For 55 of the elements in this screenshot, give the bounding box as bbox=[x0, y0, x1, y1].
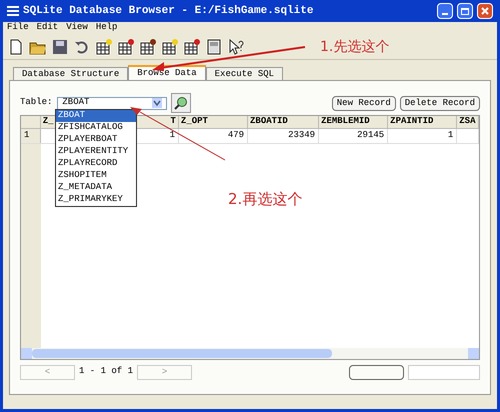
column-header[interactable]: ZBOATID bbox=[250, 116, 288, 128]
maximize-button[interactable] bbox=[457, 3, 473, 19]
column-header[interactable]: Z_OPT bbox=[180, 116, 208, 128]
dropdown-option[interactable]: ZPLAYERBOAT bbox=[56, 134, 136, 146]
table-cell-text: 29145 bbox=[357, 129, 384, 142]
column-header[interactable]: ZPAINTID bbox=[390, 116, 434, 128]
menu-item[interactable]: File bbox=[7, 21, 29, 35]
table-icon[interactable] bbox=[95, 38, 113, 56]
column-header[interactable]: Z_ bbox=[42, 116, 54, 128]
page-status: 1 - 1 of 1 bbox=[79, 365, 134, 378]
table-icon[interactable] bbox=[161, 38, 179, 56]
annotation-text: 2.再选这个 bbox=[228, 189, 302, 210]
close-icon bbox=[481, 7, 489, 15]
window-title: SQLite Database Browser - E:/FishGame.sqlite bbox=[23, 4, 314, 19]
tab[interactable]: Execute SQL bbox=[206, 67, 284, 80]
table-cell-text: 1 bbox=[448, 129, 454, 142]
table-cell-text: 1 bbox=[170, 129, 175, 142]
dropdown-option[interactable]: ZBOAT bbox=[56, 110, 136, 122]
dropdown-option[interactable]: ZSHOPITEM bbox=[56, 170, 136, 182]
table-icon[interactable] bbox=[139, 38, 157, 56]
dropdown-arrow-icon bbox=[152, 98, 162, 108]
menu-item[interactable]: View bbox=[66, 21, 88, 35]
table-cell-text: 479 bbox=[228, 129, 244, 142]
table-icon[interactable] bbox=[117, 38, 135, 56]
tab[interactable]: Database Structure bbox=[13, 67, 128, 80]
dropdown-option[interactable]: ZPLAYRECORD bbox=[56, 158, 136, 170]
table-icon[interactable] bbox=[183, 38, 201, 56]
app-menu-icon[interactable] bbox=[7, 6, 19, 16]
search-button[interactable] bbox=[171, 93, 192, 113]
dropdown-option[interactable]: ZPLAYERENTITY bbox=[56, 146, 136, 158]
column-header[interactable]: ZEMBLEMID bbox=[321, 116, 370, 128]
go-to-field[interactable] bbox=[408, 364, 480, 380]
dropdown-option[interactable]: ZFISHCATALOG bbox=[56, 122, 136, 134]
tab[interactable]: Browse Data bbox=[128, 65, 206, 80]
minimize-button[interactable] bbox=[437, 3, 453, 19]
menu-item[interactable]: Edit bbox=[36, 21, 58, 35]
column-header[interactable]: ZSA bbox=[459, 116, 476, 128]
help-pointer-icon[interactable] bbox=[227, 38, 245, 56]
go-to-button[interactable] bbox=[349, 364, 404, 380]
menu-item[interactable]: Help bbox=[96, 21, 118, 35]
delete-record-button[interactable]: Delete Record bbox=[400, 96, 480, 110]
close-button[interactable] bbox=[477, 3, 493, 19]
log-window-icon[interactable] bbox=[205, 38, 223, 56]
dropdown-option[interactable]: Z_METADATA bbox=[56, 182, 136, 194]
horizontal-scrollbar[interactable] bbox=[21, 348, 479, 359]
column-header[interactable]: T bbox=[170, 116, 176, 128]
table-cell-text: 23349 bbox=[288, 129, 316, 142]
search-icon bbox=[174, 96, 188, 110]
save-icon[interactable] bbox=[51, 38, 69, 56]
table-select[interactable]: ZBOAT bbox=[57, 96, 168, 110]
dropdown-option[interactable]: Z_PRIMARYKEY bbox=[56, 194, 136, 206]
annotation-text: 1.先选这个 bbox=[320, 38, 390, 57]
row-number: 1 bbox=[24, 129, 30, 142]
new-record-button[interactable]: New Record bbox=[332, 96, 396, 110]
table-label: Table: bbox=[20, 96, 52, 110]
